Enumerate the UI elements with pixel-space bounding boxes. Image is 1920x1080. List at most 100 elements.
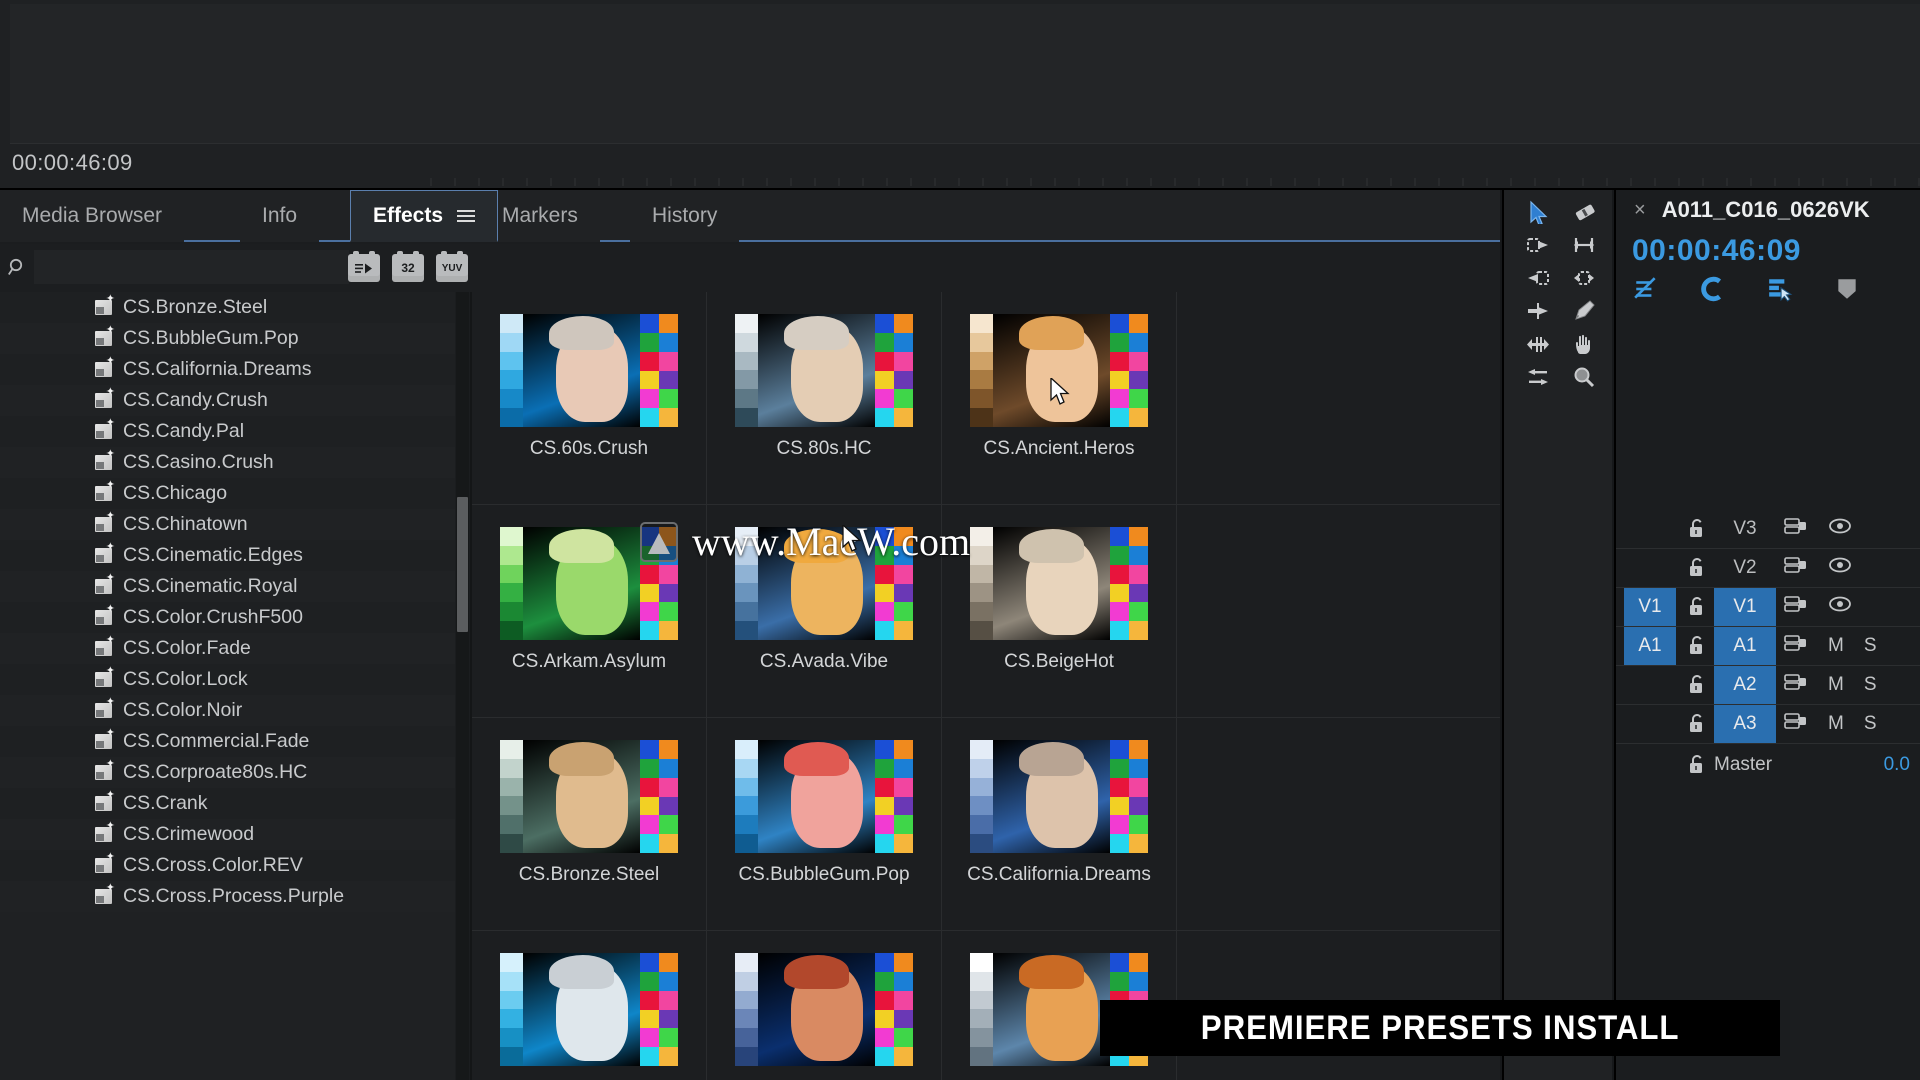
preset-thumbnail-cell[interactable]: CS.BeigeHot: [942, 505, 1177, 718]
mute-track-button[interactable]: M: [1828, 713, 1844, 735]
list-item[interactable]: CS.Bronze.Steel: [0, 292, 455, 323]
list-item[interactable]: CS.Candy.Pal: [0, 416, 455, 447]
master-volume-value[interactable]: 0.0: [1884, 754, 1910, 776]
list-item[interactable]: CS.Crimewood: [0, 819, 455, 850]
hamburger-menu-icon[interactable]: [457, 207, 476, 225]
source-track-target[interactable]: [1624, 510, 1676, 548]
list-item[interactable]: CS.Corproate80s.HC: [0, 757, 455, 788]
track-name[interactable]: A3: [1714, 705, 1776, 743]
track-lock-icon[interactable]: [1684, 596, 1710, 618]
preset-thumbnail-cell[interactable]: CS.BubbleGum.Pop: [707, 718, 942, 931]
yuv-color-icon[interactable]: YUV: [436, 251, 468, 282]
scrollbar-thumb[interactable]: [457, 497, 468, 632]
effects-list-scrollbar[interactable]: [456, 292, 469, 1080]
solo-track-button[interactable]: S: [1864, 674, 1877, 696]
list-item[interactable]: CS.Color.Fade: [0, 633, 455, 664]
sync-lock-icon[interactable]: [1784, 634, 1808, 658]
list-item[interactable]: CS.Cross.Process.Purple: [0, 881, 455, 912]
sync-lock-icon[interactable]: [1784, 556, 1808, 580]
track-lock-icon[interactable]: [1684, 557, 1710, 579]
snap-disabled-icon[interactable]: [1632, 276, 1660, 302]
razor-tool-icon[interactable]: [1518, 295, 1558, 327]
track-name[interactable]: A1: [1714, 627, 1776, 665]
track-header-v2[interactable]: V2: [1616, 549, 1920, 588]
slide-tool-icon[interactable]: [1518, 361, 1558, 393]
search-input[interactable]: [34, 250, 349, 284]
track-lock-icon[interactable]: [1684, 518, 1710, 540]
source-track-target[interactable]: [1624, 549, 1676, 587]
track-name[interactable]: V2: [1714, 549, 1776, 587]
preset-thumbnail-cell[interactable]: CS.Arkam.Asylum: [472, 505, 707, 718]
list-item[interactable]: CS.BubbleGum.Pop: [0, 323, 455, 354]
list-item[interactable]: CS.Color.CrushF500: [0, 602, 455, 633]
list-item[interactable]: CS.California.Dreams: [0, 354, 455, 385]
track-lock-icon[interactable]: [1684, 635, 1710, 657]
solo-track-button[interactable]: S: [1864, 713, 1877, 735]
hand-tool-icon[interactable]: [1564, 328, 1604, 360]
list-item[interactable]: CS.Color.Lock: [0, 664, 455, 695]
track-header-v3[interactable]: V3: [1616, 510, 1920, 549]
list-item[interactable]: CS.Chicago: [0, 478, 455, 509]
source-track-target[interactable]: V1: [1624, 588, 1676, 626]
track-lock-icon[interactable]: [1684, 713, 1710, 735]
list-item[interactable]: CS.Casino.Crush: [0, 447, 455, 478]
preset-thumbnail-cell[interactable]: CS.80s.HC: [707, 292, 942, 505]
track-name[interactable]: V3: [1714, 510, 1776, 548]
mute-track-button[interactable]: M: [1828, 635, 1844, 657]
master-lock-icon[interactable]: [1684, 754, 1710, 776]
list-item[interactable]: CS.Color.Noir: [0, 695, 455, 726]
accelerated-effects-icon[interactable]: [348, 251, 380, 282]
track-name[interactable]: V1: [1714, 588, 1776, 626]
eye-icon[interactable]: [1828, 556, 1852, 580]
preset-thumbnail-cell[interactable]: CS.Ancient.Heros: [942, 292, 1177, 505]
effects-preset-list[interactable]: CS.Bronze.Steel CS.BubbleGum.Pop CS.Califo…: [0, 292, 455, 1080]
linked-selection-icon[interactable]: [1699, 276, 1727, 302]
track-header-v1[interactable]: V1 V1: [1616, 588, 1920, 627]
sync-lock-icon[interactable]: [1784, 595, 1808, 619]
tab-media-browser[interactable]: Media Browser: [0, 190, 185, 242]
track-header-a1[interactable]: A1 A1 M S: [1616, 627, 1920, 666]
32bit-color-icon[interactable]: 32: [392, 251, 424, 282]
track-lock-icon[interactable]: [1684, 674, 1710, 696]
rate-stretch-tool-icon[interactable]: [1564, 262, 1604, 294]
source-track-target[interactable]: [1624, 705, 1676, 743]
source-timecode[interactable]: 00:00:46:09: [1632, 234, 1801, 268]
ripple-edit-tool-icon[interactable]: [1564, 229, 1604, 261]
tab-history[interactable]: History: [630, 190, 740, 242]
track-name[interactable]: A2: [1714, 666, 1776, 704]
tab-info[interactable]: Info: [240, 190, 320, 242]
zoom-tool-icon[interactable]: [1564, 361, 1604, 393]
pen-tool-icon[interactable]: [1564, 295, 1604, 327]
preset-thumbnail-cell[interactable]: [472, 931, 707, 1080]
sync-lock-icon[interactable]: [1784, 517, 1808, 541]
list-item[interactable]: CS.Chinatown: [0, 509, 455, 540]
add-marker-icon[interactable]: [1766, 276, 1794, 302]
list-item[interactable]: CS.Cinematic.Royal: [0, 571, 455, 602]
track-header-a3[interactable]: A3 M S: [1616, 705, 1920, 744]
eye-icon[interactable]: [1828, 595, 1852, 619]
program-time-ruler[interactable]: [430, 178, 1920, 186]
track-select-backward-tool-icon[interactable]: [1518, 262, 1558, 294]
master-track-row[interactable]: Master 0.0: [1616, 744, 1920, 786]
preset-thumbnail-cell[interactable]: [707, 931, 942, 1080]
preset-thumbnail-cell[interactable]: CS.California.Dreams: [942, 718, 1177, 931]
preset-thumbnail-cell[interactable]: CS.60s.Crush: [472, 292, 707, 505]
preset-thumbnail-grid[interactable]: CS.60s.Crush CS.80s.HC CS.Ancient.Heros CS.…: [472, 292, 1500, 1080]
eye-icon[interactable]: [1828, 517, 1852, 541]
preset-thumbnail-cell[interactable]: CS.Bronze.Steel: [472, 718, 707, 931]
track-select-forward-tool-icon[interactable]: [1518, 229, 1558, 261]
selection-tool-icon[interactable]: [1518, 196, 1558, 228]
list-item[interactable]: CS.Cross.Color.REV: [0, 850, 455, 881]
rolling-edit-tool-icon[interactable]: [1564, 196, 1604, 228]
list-item[interactable]: CS.Cinematic.Edges: [0, 540, 455, 571]
track-header-a2[interactable]: A2 M S: [1616, 666, 1920, 705]
list-item[interactable]: CS.Crank: [0, 788, 455, 819]
slip-tool-icon[interactable]: [1518, 328, 1558, 360]
source-track-target[interactable]: A1: [1624, 627, 1676, 665]
close-icon[interactable]: ×: [1634, 199, 1646, 222]
mute-track-button[interactable]: M: [1828, 674, 1844, 696]
list-item[interactable]: CS.Commercial.Fade: [0, 726, 455, 757]
tab-effects[interactable]: Effects: [350, 190, 499, 242]
preset-thumbnail-cell[interactable]: CS.Avada.Vibe: [707, 505, 942, 718]
sync-lock-icon[interactable]: [1784, 673, 1808, 697]
